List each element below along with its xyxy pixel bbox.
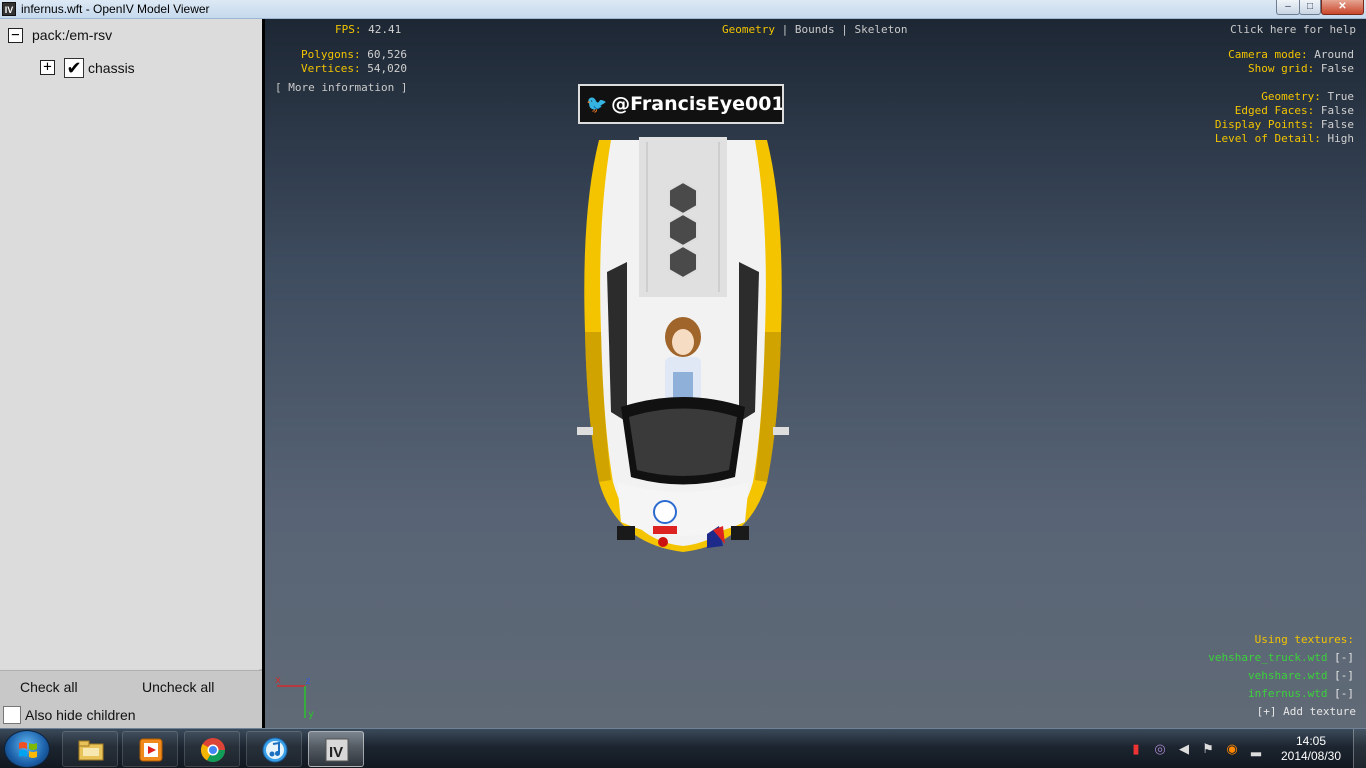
taskbar-openiv-button[interactable]: IV <box>308 731 364 767</box>
collapse-icon[interactable]: − <box>8 28 23 43</box>
remove-texture-button[interactable]: [-] <box>1334 669 1354 682</box>
maximize-button[interactable]: □ <box>1299 0 1321 15</box>
taskbar-explorer-button[interactable] <box>62 731 118 767</box>
close-button[interactable]: ✕ <box>1321 0 1364 15</box>
uncheck-all-button[interactable]: Uncheck all <box>142 679 214 695</box>
texture-row: vehshare.wtd [-] <box>1248 669 1354 682</box>
remove-texture-button[interactable]: [-] <box>1334 687 1354 700</box>
itunes-icon <box>262 737 288 763</box>
title-bar: IV infernus.wft - OpenIV Model Viewer – … <box>0 0 1366 19</box>
minimize-button[interactable]: – <box>1276 0 1300 15</box>
hide-children-checkbox[interactable] <box>3 706 21 724</box>
polygon-count: Polygons: 60,526 <box>301 48 407 61</box>
openiv-app-icon[interactable]: IV <box>2 2 16 16</box>
volume-icon[interactable]: ◀ <box>1176 741 1192 757</box>
tree-root-label[interactable]: pack:/em-rsv <box>32 27 112 43</box>
chrome-icon <box>200 738 225 763</box>
show-desktop-button[interactable] <box>1353 729 1366 768</box>
spoiler-banner: 🐦 @FrancisEye0012 <box>578 84 784 124</box>
tab-skeleton[interactable]: Skeleton <box>854 23 907 36</box>
expand-icon[interactable]: + <box>40 60 55 75</box>
texture-name[interactable]: vehshare.wtd <box>1248 669 1327 682</box>
svg-text:x: x <box>275 675 281 686</box>
tree-item-chassis[interactable]: chassis <box>88 60 135 76</box>
model-tree: − pack:/em-rsv + ✔ chassis <box>0 19 262 669</box>
model-viewport[interactable]: FPS: 42.41 Polygons: 60,526 Vertices: 54… <box>265 19 1366 728</box>
folder-icon <box>78 740 104 761</box>
network-app-icon[interactable]: ◎ <box>1152 741 1168 757</box>
taskbar-chrome-button[interactable] <box>184 731 240 767</box>
check-all-button[interactable]: Check all <box>20 679 78 695</box>
camera-mode-toggle[interactable]: Camera mode: Around <box>1228 48 1354 61</box>
fps-readout: FPS: 42.41 <box>335 23 402 36</box>
geometry-toggle[interactable]: Geometry: True <box>1261 90 1354 103</box>
svg-text:z: z <box>305 676 311 687</box>
textures-header: Using textures: <box>1254 633 1354 646</box>
show-grid-toggle[interactable]: Show grid: False <box>1248 62 1354 75</box>
action-center-flag-icon[interactable]: ⚑ <box>1200 741 1216 757</box>
twitter-bird-icon: 🐦 <box>586 95 608 115</box>
remove-texture-button[interactable]: [-] <box>1334 651 1354 664</box>
texture-name[interactable]: infernus.wtd <box>1248 687 1327 700</box>
window-title: infernus.wft - OpenIV Model Viewer <box>21 2 210 16</box>
taskbar-media-player-button[interactable] <box>122 731 178 767</box>
tab-geometry[interactable]: Geometry <box>722 23 775 36</box>
more-information-link[interactable]: [ More information ] <box>275 81 407 94</box>
openiv-icon: IV <box>325 738 349 762</box>
add-texture-button[interactable]: [+] Add texture <box>1257 705 1356 718</box>
clock-time: 14:05 <box>1295 734 1327 748</box>
tab-bounds[interactable]: Bounds <box>795 23 835 36</box>
view-mode-tabs: Geometry | Bounds | Skeleton <box>722 23 908 36</box>
texture-row: infernus.wtd [-] <box>1248 687 1354 700</box>
edged-faces-toggle[interactable]: Edged Faces: False <box>1235 104 1354 117</box>
texture-row: vehshare_truck.wtd [-] <box>1208 651 1354 664</box>
taskbar-itunes-button[interactable] <box>246 731 302 767</box>
svg-text:IV: IV <box>329 744 343 761</box>
tree-footer: Check all Uncheck all Also hide children <box>0 670 262 728</box>
remove-hardware-icon[interactable]: ▮ <box>1128 741 1144 757</box>
windows-logo-icon <box>19 742 37 758</box>
model-tree-panel: − pack:/em-rsv + ✔ chassis Check all Unc… <box>0 19 262 728</box>
level-of-detail-toggle[interactable]: Level of Detail: High <box>1215 132 1354 145</box>
svg-text:y: y <box>308 709 314 720</box>
display-points-toggle[interactable]: Display Points: False <box>1215 118 1354 131</box>
hide-children-label[interactable]: Also hide children <box>25 707 136 723</box>
car-model <box>577 137 789 552</box>
update-icon[interactable]: ◉ <box>1224 741 1240 757</box>
vertex-count: Vertices: 54,020 <box>301 62 407 75</box>
system-clock[interactable]: 14:05 2014/08/30 <box>1280 734 1342 764</box>
help-link[interactable]: Click here for help <box>1230 23 1356 36</box>
chassis-checkbox[interactable]: ✔ <box>64 58 84 78</box>
axis-gizmo-icon: x z y <box>275 675 314 720</box>
spoiler-banner-text: @FrancisEye0012 <box>611 93 784 115</box>
clock-date: 2014/08/30 <box>1280 749 1342 763</box>
signal-strength-icon[interactable]: ▂ <box>1248 741 1264 757</box>
start-button[interactable] <box>4 730 50 768</box>
windows-taskbar: IV ▮ ◎ ◀ ⚑ ◉ ▂ 14:05 2014/08/30 <box>0 728 1366 768</box>
texture-name[interactable]: vehshare_truck.wtd <box>1208 651 1327 664</box>
media-player-icon <box>139 738 163 762</box>
